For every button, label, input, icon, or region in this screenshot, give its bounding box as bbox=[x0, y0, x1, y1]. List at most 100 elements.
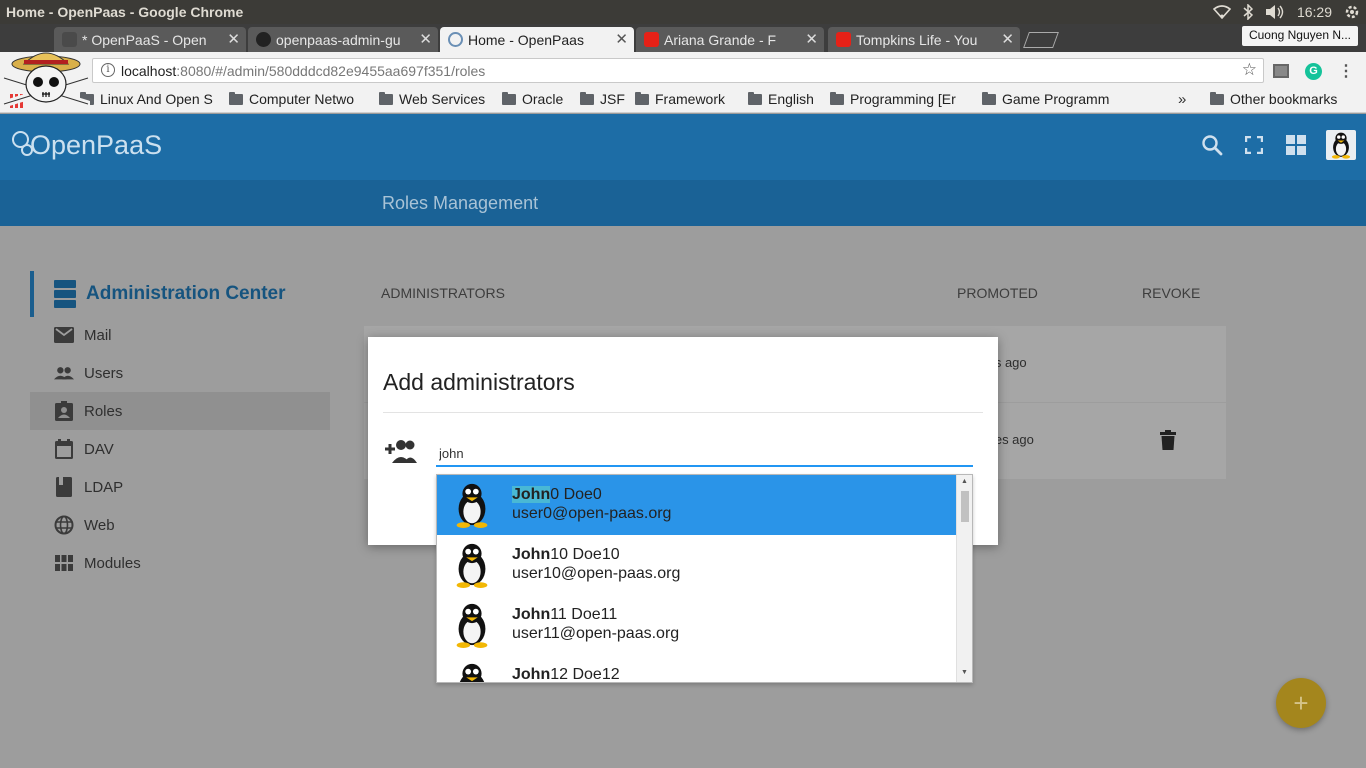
bookmark-folder[interactable]: Framework bbox=[635, 91, 741, 107]
bookmark-folder[interactable]: JSF bbox=[580, 91, 630, 107]
penguin-avatar-icon bbox=[456, 543, 488, 588]
url-path: :8080/#/admin/580dddcd82e9455aa697f351/r… bbox=[176, 62, 486, 79]
bookmark-folder[interactable]: Computer Netwo bbox=[229, 91, 369, 107]
browser-tab-active[interactable]: Home - OpenPaas ✕ bbox=[440, 27, 634, 52]
autocomplete-dropdown: John0 Doe0 user0@open-paas.org John10 Do… bbox=[436, 474, 973, 683]
bookmark-label: Oracle bbox=[522, 91, 564, 107]
dropdown-scrollbar[interactable]: ▲ ▼ bbox=[956, 475, 972, 682]
name-match: John bbox=[512, 486, 551, 503]
film-extension-icon[interactable] bbox=[1273, 64, 1289, 78]
tab-label: openpaas-admin-gu bbox=[276, 31, 401, 48]
scrollbar-thumb[interactable] bbox=[961, 491, 969, 522]
list-item-selected[interactable]: John0 Doe0 user0@open-paas.org bbox=[437, 475, 957, 535]
penguin-avatar-icon bbox=[456, 603, 488, 648]
sidebar-item-label: LDAP bbox=[84, 478, 124, 496]
dialog-title: Add administrators bbox=[383, 369, 575, 395]
bookmarks-bar: Linux And Open S Computer Netwo Web Serv… bbox=[0, 88, 1366, 113]
scroll-up-arrow-icon[interactable]: ▲ bbox=[961, 478, 968, 485]
scroll-down-arrow-icon[interactable]: ▼ bbox=[961, 669, 968, 676]
pirate-skull-logo bbox=[2, 52, 90, 108]
bookmark-folder[interactable]: Oracle bbox=[502, 91, 572, 107]
list-item[interactable]: John10 Doe10 user10@open-paas.org bbox=[437, 535, 957, 595]
bookmark-folder[interactable]: Web Services bbox=[379, 91, 494, 107]
user-avatar[interactable] bbox=[1326, 130, 1356, 160]
tab-label: Tompkins Life - You bbox=[856, 31, 978, 48]
add-user-icon bbox=[385, 440, 417, 463]
bookmark-label: JSF bbox=[600, 91, 625, 107]
bookmark-folder[interactable]: English bbox=[748, 91, 822, 107]
bookmark-label: Game Programm bbox=[1002, 91, 1110, 107]
sidebar-item-web[interactable]: Web bbox=[30, 506, 330, 544]
add-fab-button[interactable]: + bbox=[1276, 678, 1326, 728]
browser-tab[interactable]: openpaas-admin-gu ✕ bbox=[248, 27, 438, 52]
apps-grid-icon[interactable] bbox=[1284, 133, 1308, 157]
chrome-menu-icon[interactable]: ⋮ bbox=[1338, 61, 1354, 81]
youtube-icon bbox=[836, 32, 851, 47]
tab-label: Ariana Grande - F bbox=[664, 31, 777, 48]
info-icon[interactable]: i bbox=[101, 63, 115, 77]
penguin-avatar-icon bbox=[459, 663, 485, 682]
sidebar-item-roles[interactable]: Roles bbox=[30, 392, 330, 430]
divider bbox=[383, 412, 983, 413]
bookmark-label: Linux And Open S bbox=[100, 91, 213, 107]
column-header-revoke: REVOKE bbox=[1142, 285, 1201, 301]
close-icon[interactable]: ✕ bbox=[805, 30, 818, 48]
openpaas-logo[interactable]: OpenPaaS bbox=[12, 130, 162, 161]
extension-icons: G ⋮ bbox=[1273, 61, 1354, 81]
folder-icon bbox=[580, 91, 594, 105]
folder-icon bbox=[229, 91, 243, 105]
profile-button[interactable]: Cuong Nguyen N... bbox=[1241, 26, 1358, 46]
new-tab-button[interactable] bbox=[1023, 32, 1059, 48]
clock[interactable]: 16:29 bbox=[1297, 4, 1332, 20]
other-bookmarks-folder[interactable]: Other bookmarks bbox=[1210, 91, 1360, 107]
fullscreen-icon[interactable] bbox=[1242, 133, 1266, 157]
user-name: John12 Doe12 bbox=[512, 666, 620, 682]
bookmark-star-icon[interactable]: ☆ bbox=[1242, 60, 1257, 80]
user-email: user11@open-paas.org bbox=[512, 625, 680, 642]
openpaas-tab-icon bbox=[448, 32, 463, 47]
user-name: John0 Doe0 bbox=[512, 486, 602, 504]
sidebar-item-label: DAV bbox=[84, 440, 114, 458]
bookmark-folder[interactable]: Game Programm bbox=[982, 91, 1118, 107]
grammarly-icon[interactable]: G bbox=[1305, 62, 1322, 80]
bookmark-label: Programming [Er bbox=[850, 91, 956, 107]
ldap-icon bbox=[54, 477, 74, 497]
sidebar-item-dav[interactable]: DAV bbox=[30, 430, 330, 468]
close-icon[interactable]: ✕ bbox=[227, 30, 240, 48]
administrator-search-input[interactable] bbox=[436, 441, 973, 467]
folder-icon bbox=[982, 91, 996, 105]
search-icon[interactable] bbox=[1200, 133, 1224, 157]
name-rest: 11 Doe11 bbox=[550, 606, 618, 623]
mail-icon bbox=[54, 326, 74, 344]
calendar-icon bbox=[54, 439, 74, 459]
wifi-icon[interactable] bbox=[1212, 5, 1231, 19]
close-icon[interactable]: ✕ bbox=[1001, 30, 1014, 48]
browser-tab[interactable]: Ariana Grande - F ✕ bbox=[636, 27, 824, 52]
window-title: Home - OpenPaas - Google Chrome bbox=[6, 4, 244, 20]
column-header-administrators: ADMINISTRATORS bbox=[381, 285, 505, 301]
user-email: user10@open-paas.org bbox=[512, 565, 681, 582]
bookmarks-overflow-button[interactable]: » bbox=[1178, 91, 1186, 108]
sidebar-item-label: Roles bbox=[84, 402, 123, 420]
list-item[interactable]: John11 Doe11 user11@open-paas.org bbox=[437, 595, 957, 655]
sidebar-item-modules[interactable]: Modules bbox=[30, 544, 330, 582]
sidebar-item-mail[interactable]: Mail bbox=[30, 316, 330, 354]
settings-gear-icon[interactable] bbox=[1344, 4, 1360, 20]
bookmark-folder[interactable]: Programming [Er bbox=[830, 91, 970, 107]
sidebar-item-ldap[interactable]: LDAP bbox=[30, 468, 330, 506]
bluetooth-icon[interactable] bbox=[1243, 4, 1253, 20]
close-icon[interactable]: ✕ bbox=[419, 30, 432, 48]
address-bar[interactable]: i localhost:8080/#/admin/580dddcd82e9455… bbox=[92, 58, 1264, 83]
users-icon bbox=[54, 364, 74, 382]
volume-icon[interactable] bbox=[1265, 4, 1285, 20]
list-item[interactable]: John12 Doe12 bbox=[437, 655, 957, 682]
server-icon bbox=[54, 280, 76, 308]
browser-tab[interactable]: Tompkins Life - You ✕ bbox=[828, 27, 1020, 52]
close-icon[interactable]: ✕ bbox=[615, 30, 628, 48]
sidebar-item-users[interactable]: Users bbox=[30, 354, 330, 392]
openpaas-logo-icon bbox=[12, 130, 33, 161]
trash-icon[interactable] bbox=[1160, 430, 1176, 450]
bookmark-folder[interactable]: Linux And Open S bbox=[80, 91, 216, 107]
bookmark-label: Web Services bbox=[399, 91, 486, 107]
bookmark-label: English bbox=[768, 91, 814, 107]
